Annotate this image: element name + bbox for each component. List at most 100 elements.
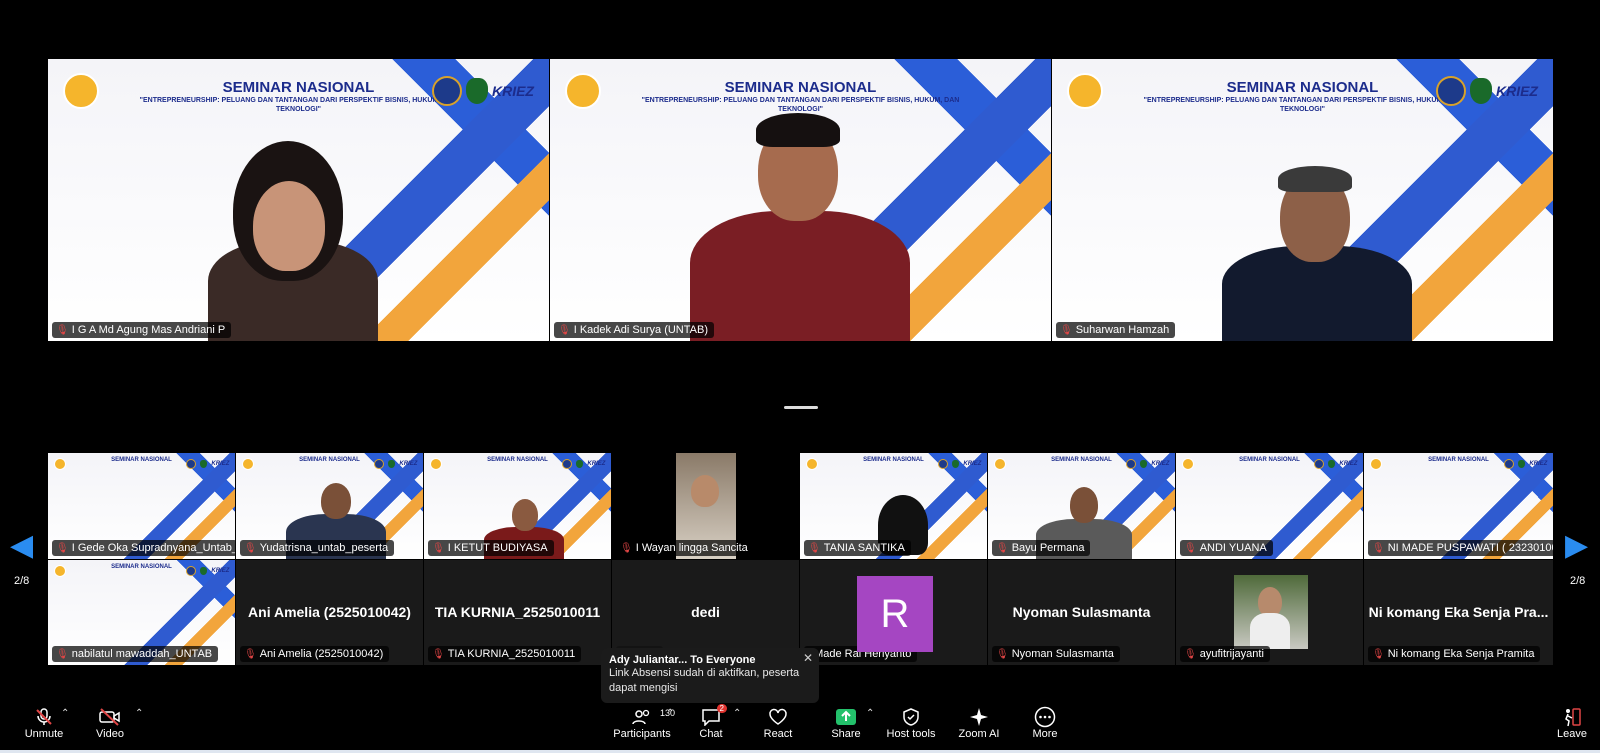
participant-name-tag: 🎙 nabilatul mawaddah_UNTAB bbox=[52, 646, 219, 662]
gallery-tile[interactable]: Ani Amelia (2525010042) 🎙 Ani Amelia (252… bbox=[236, 560, 423, 665]
participant-name-tag: 🎙 Bayu Permana bbox=[992, 540, 1091, 556]
participant-name: I Gede Oka Supradnyana_Untab_Pe... bbox=[71, 542, 235, 554]
mic-muted-icon: 🎙 bbox=[432, 648, 445, 660]
gallery-tile[interactable]: SEMINAR NASIONAL KRIEZ 🎙 ANDI YUANA bbox=[1176, 453, 1363, 559]
university-logo bbox=[1504, 459, 1515, 470]
participant-name: I Kadek Adi Surya (UNTAB) bbox=[573, 324, 708, 336]
participant-video bbox=[1234, 575, 1308, 649]
share-options-chevron-icon[interactable]: ⌃ bbox=[866, 708, 874, 719]
mic-muted-icon: 🎙 bbox=[56, 648, 69, 660]
crest-logo bbox=[1518, 460, 1526, 469]
mic-muted-icon: 🎙 bbox=[1372, 542, 1385, 554]
participant-video bbox=[188, 131, 388, 341]
share-button[interactable]: Share bbox=[828, 706, 864, 740]
video-options-chevron-icon[interactable]: ⌃ bbox=[135, 708, 143, 719]
participants-button[interactable]: 130 Participants bbox=[612, 706, 675, 740]
resize-handle[interactable] bbox=[784, 406, 818, 409]
event-logo bbox=[1181, 458, 1194, 471]
participant-name-tag: 🎙 TIA KURNIA_2525010011 bbox=[428, 646, 582, 662]
participant-name: Ni komang Eka Senja Pramita bbox=[1387, 648, 1535, 660]
participant-video bbox=[680, 101, 920, 341]
audio-options-chevron-icon[interactable]: ⌃ bbox=[61, 708, 69, 719]
participant-name: I KETUT BUDIYASA bbox=[447, 542, 548, 554]
chat-sender: Ady Juliantar... To Everyone bbox=[609, 654, 756, 666]
event-logo bbox=[63, 73, 100, 110]
close-icon[interactable]: ✕ bbox=[803, 651, 813, 665]
participants-options-chevron-icon[interactable]: ⌃ bbox=[666, 708, 674, 719]
host-tools-button[interactable]: Host tools bbox=[886, 706, 936, 740]
crest-logo bbox=[1328, 460, 1336, 469]
gallery-tile[interactable]: Nyoman Sulasmanta 🎙 Nyoman Sulasmanta bbox=[988, 560, 1175, 665]
crest-logo bbox=[388, 460, 396, 469]
university-logo bbox=[431, 75, 462, 106]
brand-logo: KRIEZ bbox=[399, 461, 418, 468]
sponsor-logos: KRIEZ bbox=[431, 75, 534, 106]
mic-icon: 🎙 bbox=[558, 324, 571, 336]
chat-button[interactable]: 2 Chat bbox=[693, 704, 729, 740]
university-logo bbox=[374, 459, 385, 470]
event-logo bbox=[241, 458, 254, 471]
gallery-tile[interactable]: SEMINAR NASIONAL KRIEZ 🎙 Yudatrisna_untab… bbox=[236, 453, 423, 559]
brand-logo: KRIEZ bbox=[1339, 461, 1358, 468]
participants-icon: 130 bbox=[632, 706, 675, 728]
chat-options-chevron-icon[interactable]: ⌃ bbox=[733, 708, 741, 719]
crest-logo bbox=[1140, 460, 1148, 469]
participant-name-tag: 🎙 Nyoman Sulasmanta bbox=[992, 646, 1120, 662]
gallery-tile[interactable]: Ni komang Eka Senja Pra... 🎙 Ni komang Ek… bbox=[1364, 560, 1553, 665]
mic-muted-icon: 🎙 bbox=[1372, 648, 1385, 660]
sponsor-logos: KRIEZ bbox=[1126, 459, 1169, 470]
university-logo bbox=[186, 566, 197, 577]
gallery-tile[interactable]: TIA KURNIA_2525010011 🎙 TIA KURNIA_252501… bbox=[424, 560, 611, 665]
gallery-tile[interactable]: SEMINAR NASIONAL KRIEZ 🎙 NI MADE PUSPAWAT… bbox=[1364, 453, 1553, 559]
gallery-tile[interactable]: SEMINAR NASIONAL KRIEZ 🎙 I Gede Oka Supra… bbox=[48, 453, 235, 559]
speaker-tile-1[interactable]: SEMINAR NASIONAL "ENTREPRENEURSHIP: PELU… bbox=[48, 59, 549, 341]
event-logo bbox=[805, 458, 818, 471]
gallery-tile[interactable]: SEMINAR NASIONAL KRIEZ 🎙 I KETUT BUDIYASA bbox=[424, 453, 611, 559]
university-logo bbox=[562, 459, 573, 470]
prev-page-arrow-icon[interactable]: ◀ bbox=[10, 528, 33, 563]
participant-name-tag: 🎙 I Kadek Adi Surya (UNTAB) bbox=[554, 322, 714, 338]
brand-logo: KRIEZ bbox=[1495, 82, 1538, 99]
gallery-tile[interactable]: SEMINAR NASIONAL KRIEZ 🎙 TANIA SANTIKA bbox=[800, 453, 987, 559]
sponsor-logos: KRIEZ bbox=[1435, 75, 1538, 106]
banner-subtitle: "ENTREPRENEURSHIP: PELUANG DAN TANTANGAN… bbox=[1143, 96, 1462, 113]
mic-muted-icon: 🎙 bbox=[56, 324, 69, 336]
react-button[interactable]: React bbox=[760, 706, 796, 740]
chat-notification[interactable]: Ady Juliantar... To Everyone Link Absens… bbox=[601, 648, 819, 703]
avatar: R bbox=[857, 576, 933, 652]
brand-logo: KRIEZ bbox=[1529, 461, 1548, 468]
sponsor-logos: KRIEZ bbox=[1504, 459, 1548, 470]
crest-logo bbox=[1469, 77, 1492, 104]
sparkle-icon bbox=[969, 706, 989, 728]
participant-name: ANDI YUANA bbox=[1199, 542, 1267, 554]
mic-muted-icon: 🎙 bbox=[56, 542, 69, 554]
zoom-ai-button[interactable]: Zoom AI bbox=[958, 706, 1000, 740]
brand-logo: KRIEZ bbox=[211, 568, 230, 575]
crest-logo bbox=[200, 460, 208, 469]
mic-muted-icon: 🎙 bbox=[996, 648, 1009, 660]
participant-name-tag: 🎙 I KETUT BUDIYASA bbox=[428, 540, 554, 556]
gallery-tile[interactable]: SEMINAR NASIONAL KRIEZ 🎙 Bayu Permana bbox=[988, 453, 1175, 559]
heart-icon bbox=[768, 706, 788, 728]
next-page-arrow-icon[interactable]: ▶ bbox=[1565, 528, 1588, 563]
participant-name: I G A Md Agung Mas Andriani P bbox=[71, 324, 226, 336]
university-logo bbox=[938, 459, 949, 470]
gallery-tile[interactable]: SEMINAR NASIONAL KRIEZ 🎙 nabilatul mawadd… bbox=[48, 560, 235, 665]
react-label: React bbox=[763, 728, 793, 740]
gallery-tile[interactable]: 🎙 I Wayan lingga Sancita bbox=[612, 453, 799, 559]
participant-name: I Wayan lingga Sancita bbox=[635, 542, 748, 554]
video-button[interactable]: Video bbox=[90, 706, 130, 740]
participant-name: Yudatrisna_untab_peserta bbox=[259, 542, 389, 554]
more-button[interactable]: More bbox=[1030, 706, 1060, 740]
leave-button[interactable]: Leave bbox=[1556, 706, 1588, 740]
meeting-toolbar: Unmute ⌃ Video ⌃ 130 Participants ⌃ 2 Ch… bbox=[0, 700, 1600, 750]
crest-logo bbox=[200, 567, 208, 576]
participant-name: Bayu Permana bbox=[1011, 542, 1085, 554]
video-label: Video bbox=[96, 728, 124, 740]
sponsor-logos: KRIEZ bbox=[938, 459, 981, 470]
participant-name-tag: 🎙 I G A Md Agung Mas Andriani P bbox=[52, 322, 232, 338]
gallery-tile[interactable]: 🎙 ayufitrijayanti bbox=[1176, 560, 1363, 665]
speaker-tile-2[interactable]: SEMINAR NASIONAL "ENTREPRENEURSHIP: PELU… bbox=[550, 59, 1051, 341]
crest-logo bbox=[952, 460, 960, 469]
speaker-tile-3[interactable]: SEMINAR NASIONAL "ENTREPRENEURSHIP: PELU… bbox=[1052, 59, 1553, 341]
